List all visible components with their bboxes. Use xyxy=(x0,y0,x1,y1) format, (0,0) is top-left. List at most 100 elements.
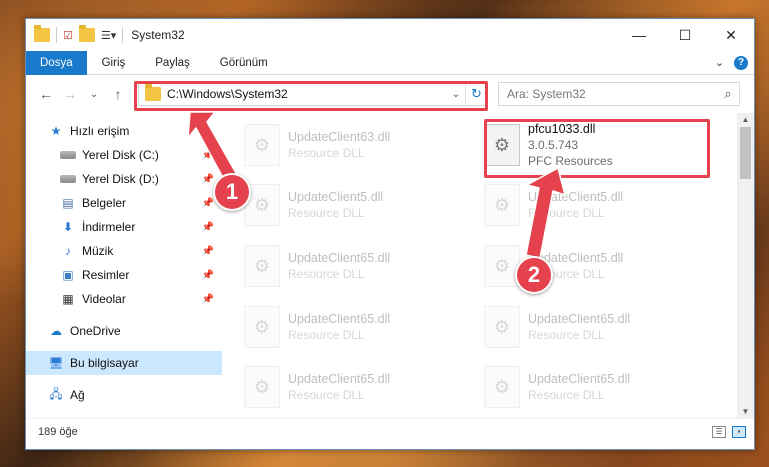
drive-icon xyxy=(60,172,76,186)
help-icon[interactable]: ? xyxy=(734,55,748,70)
list-item[interactable]: ⚙ UpdateClient65.dll Resource DLL xyxy=(244,238,469,294)
window-controls: — ☐ ✕ xyxy=(616,19,754,51)
file-description: Resource DLL xyxy=(528,206,605,220)
sidebar-item-label: Videolar xyxy=(82,292,126,306)
expand-ribbon-icon[interactable]: ⌄ xyxy=(715,56,724,69)
pictures-icon: ▣ xyxy=(62,268,74,282)
file-name: UpdateClient5.dll xyxy=(288,190,384,204)
pin-icon[interactable]: 📌 xyxy=(202,174,214,185)
scroll-thumb[interactable] xyxy=(740,127,751,179)
item-count: 189 öğe xyxy=(38,425,78,438)
tab-gorunum[interactable]: Görünüm xyxy=(205,51,283,75)
sidebar-item-disk-c[interactable]: Yerel Disk (C:) 📌 xyxy=(26,143,222,167)
details-view-icon[interactable]: ☰ xyxy=(712,425,726,438)
sidebar-item-this-pc[interactable]: 🖥 Bu bilgisayar xyxy=(26,351,222,375)
network-icon: 🖧 xyxy=(49,386,63,401)
dll-file-icon: ⚙ xyxy=(484,306,520,348)
file-name: UpdateClient63.dll xyxy=(288,130,391,144)
sidebar-item-muzik[interactable]: ♪ Müzik 📌 xyxy=(26,239,222,263)
sidebar-item-label: Hızlı erişim xyxy=(70,124,130,138)
dll-file-icon: ⚙ xyxy=(244,124,280,166)
ribbon-right: ⌄ ? xyxy=(715,55,754,70)
address-highlight-box xyxy=(134,81,488,111)
minimize-button[interactable]: — xyxy=(616,19,662,51)
download-icon: ⬇ xyxy=(62,220,74,234)
sidebar-item-network[interactable]: 🖧 Ağ xyxy=(26,383,222,407)
file-name: UpdateClient65.dll xyxy=(288,312,391,326)
toolbar-divider xyxy=(122,27,124,43)
search-input[interactable]: Ara: System32 xyxy=(507,87,586,101)
file-description: Resource DLL xyxy=(528,328,605,342)
list-item[interactable]: ⚙ UpdateClient65.dll Resource DLL xyxy=(484,299,709,355)
list-item[interactable]: ⚙ UpdateClient65.dll Resource DLL xyxy=(244,299,469,355)
title-bar: ☑ ☰▾ System32 — ☐ ✕ xyxy=(26,19,754,51)
file-name: UpdateClient65.dll xyxy=(288,372,391,386)
file-description: Resource DLL xyxy=(288,206,365,220)
properties-icon[interactable]: ☑ xyxy=(63,29,73,42)
toolbar-divider xyxy=(56,27,57,43)
list-item[interactable]: ⚙ UpdateClient63.dll Resource DLL xyxy=(244,117,469,173)
pin-icon[interactable]: 📌 xyxy=(202,198,214,209)
up-button[interactable]: ↑ xyxy=(106,86,130,102)
drive-icon xyxy=(60,148,76,162)
step-badge-2: 2 xyxy=(515,256,553,294)
folder-icon xyxy=(34,25,50,42)
file-name: UpdateClient65.dll xyxy=(288,251,391,265)
sidebar-item-label: İndirmeler xyxy=(82,220,136,234)
pin-icon[interactable]: 📌 xyxy=(202,246,214,257)
file-description: Resource DLL xyxy=(288,267,365,281)
pin-icon[interactable]: 📌 xyxy=(202,222,214,233)
sidebar-item-onedrive[interactable]: ☁ OneDrive xyxy=(26,319,222,343)
list-item[interactable]: ⚙ UpdateClient65.dll Resource DLL xyxy=(484,359,709,415)
sidebar-item-videolar[interactable]: ▦ Videolar 📌 xyxy=(26,287,222,311)
sidebar-item-indirmeler[interactable]: ⬇ İndirmeler 📌 xyxy=(26,215,222,239)
pin-icon[interactable]: 📌 xyxy=(202,270,214,281)
pin-icon[interactable]: 📌 xyxy=(202,294,214,305)
quick-access-toolbar: ☑ ☰▾ xyxy=(34,25,124,43)
file-highlight-box xyxy=(484,119,710,178)
dll-file-icon: ⚙ xyxy=(244,366,280,408)
close-button[interactable]: ✕ xyxy=(708,19,754,51)
back-button[interactable]: ← xyxy=(34,86,58,102)
forward-button[interactable]: → xyxy=(58,86,82,102)
file-name: UpdateClient65.dll xyxy=(528,312,631,326)
search-box[interactable]: Ara: System32 ⌕ xyxy=(498,82,740,106)
dll-file-icon: ⚙ xyxy=(484,366,520,408)
sidebar-item-label: Bu bilgisayar xyxy=(70,356,139,370)
sidebar-item-label: Müzik xyxy=(82,244,114,258)
sidebar-item-resimler[interactable]: ▣ Resimler 📌 xyxy=(26,263,222,287)
file-name: UpdateClient65.dll xyxy=(528,372,631,386)
tab-paylas[interactable]: Paylaş xyxy=(140,51,205,75)
tab-giris[interactable]: Giriş xyxy=(87,51,141,75)
step-badge-1: 1 xyxy=(213,173,251,211)
file-name: UpdateClient5.dll xyxy=(528,190,624,204)
scroll-up-icon[interactable]: ▲ xyxy=(737,115,754,124)
customize-toolbar-icon[interactable]: ☰▾ xyxy=(101,29,116,42)
search-icon[interactable]: ⌕ xyxy=(717,86,739,102)
computer-icon: 🖥 xyxy=(48,356,64,370)
list-item[interactable]: ⚙ UpdateClient65.dll Resource DLL xyxy=(244,359,469,415)
vertical-scrollbar[interactable]: ▲ ▼ xyxy=(737,113,754,418)
ribbon-tabs: Dosya Giriş Paylaş Görünüm ⌄ ? xyxy=(26,50,754,75)
sidebar-item-belgeler[interactable]: ▤ Belgeler 📌 xyxy=(26,191,222,215)
video-icon: ▦ xyxy=(62,292,74,306)
document-icon: ▤ xyxy=(62,196,74,210)
sidebar-item-label: Yerel Disk (D:) xyxy=(82,172,159,186)
recent-locations-button[interactable]: ⌄ xyxy=(82,89,106,100)
cloud-icon: ☁ xyxy=(50,324,62,338)
sidebar-item-label: OneDrive xyxy=(70,324,121,338)
list-item[interactable]: ⚙ UpdateClient5.dll Resource DLL xyxy=(484,177,709,233)
list-item[interactable]: ⚙ UpdateClient5.dll Resource DLL xyxy=(244,177,469,233)
file-description: Resource DLL xyxy=(528,388,605,402)
pin-icon[interactable]: 📌 xyxy=(202,150,214,161)
file-description: Resource DLL xyxy=(288,388,365,402)
sidebar-item-quick-access[interactable]: ★ Hızlı erişim xyxy=(26,119,222,143)
sidebar-item-disk-d[interactable]: Yerel Disk (D:) 📌 xyxy=(26,167,222,191)
scroll-down-icon[interactable]: ▼ xyxy=(737,407,754,416)
tab-dosya[interactable]: Dosya xyxy=(26,50,87,75)
maximize-button[interactable]: ☐ xyxy=(662,19,708,51)
sidebar-item-label: Resimler xyxy=(82,268,130,282)
new-folder-icon[interactable] xyxy=(78,25,95,42)
tiles-view-icon[interactable]: ▪ xyxy=(732,425,746,438)
